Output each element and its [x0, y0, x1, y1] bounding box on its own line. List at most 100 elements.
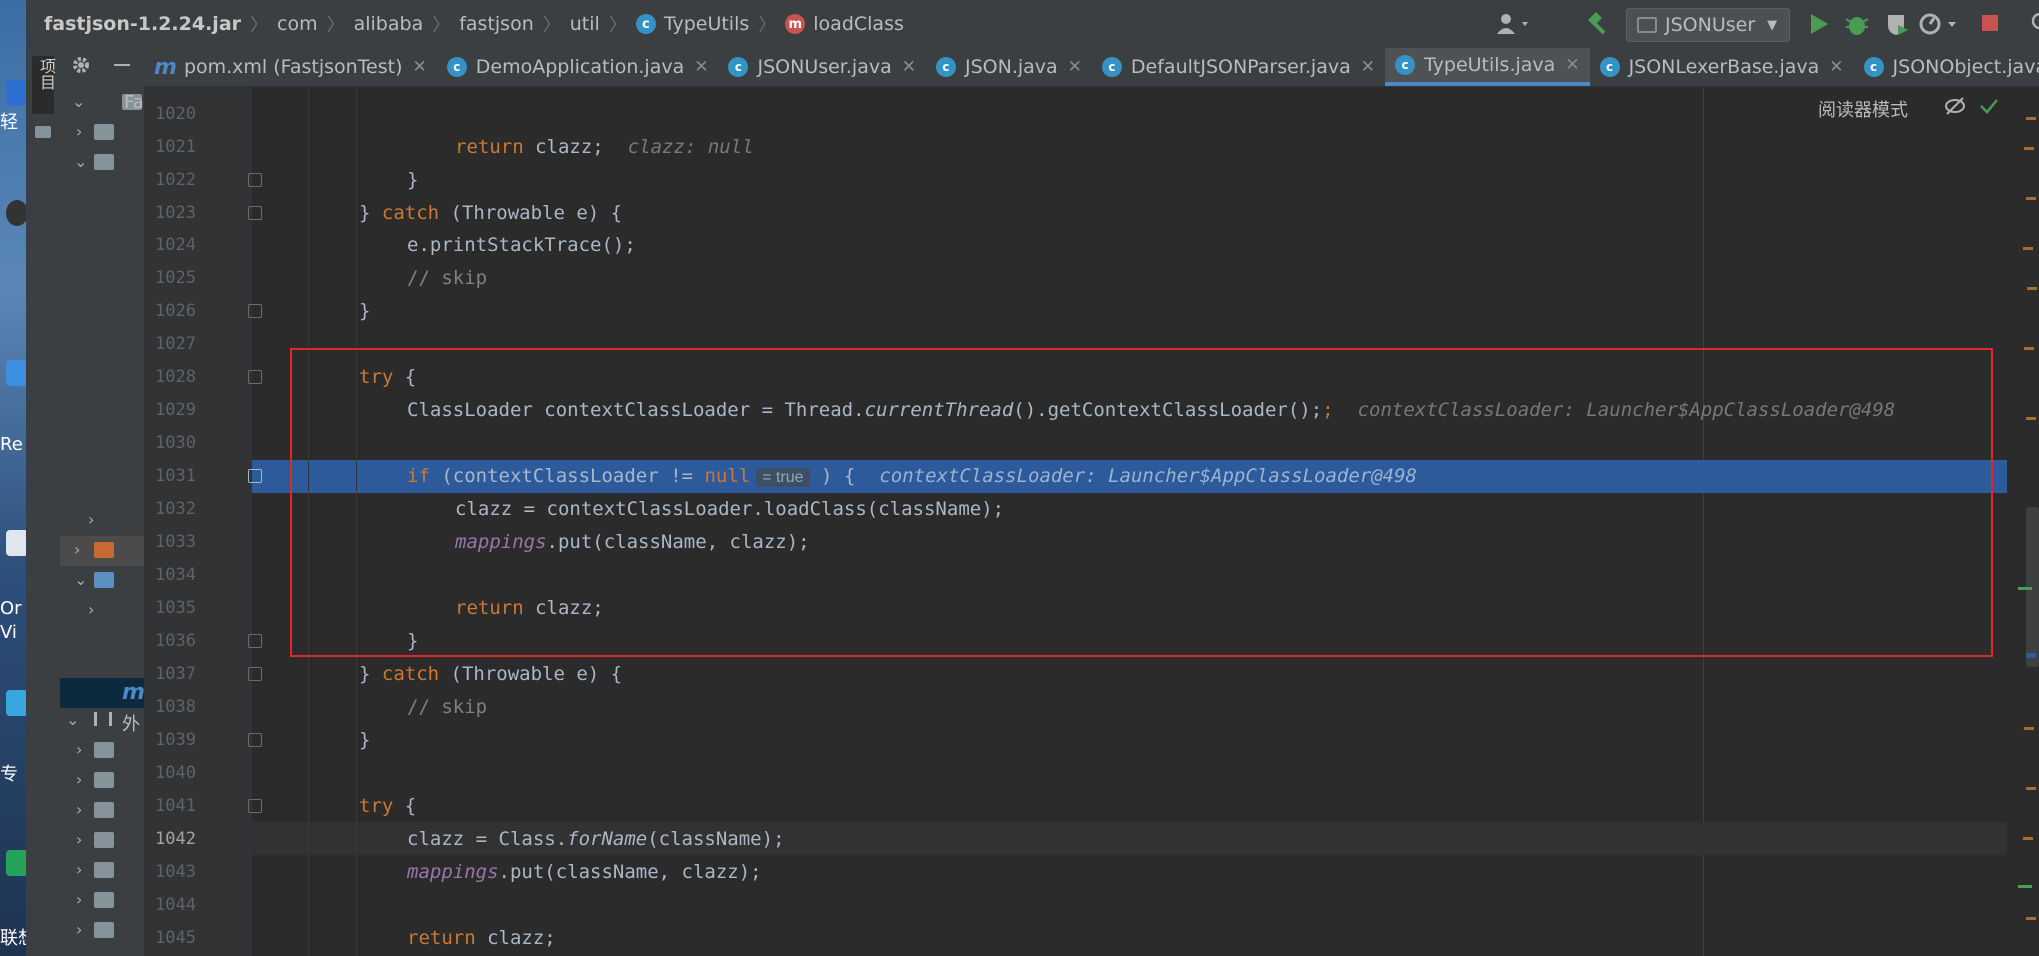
line-number: 1022: [155, 170, 196, 190]
tree-row[interactable]: m: [60, 678, 144, 708]
line-number: 1041: [155, 796, 196, 816]
tab-json-lexer-base[interactable]: c JSONLexerBase.java ✕: [1590, 48, 1854, 86]
line-number: 1038: [155, 697, 196, 717]
line-number: 1037: [155, 664, 196, 684]
folder-icon: [35, 126, 51, 138]
profile-icon[interactable]: [1918, 11, 1962, 41]
desktop-app-icon[interactable]: [6, 80, 26, 106]
line-number: 1036: [155, 631, 196, 651]
code-comment: // skip: [407, 267, 488, 289]
checkmark-icon: [1978, 96, 2000, 120]
chevron-right-icon: ›: [88, 510, 95, 529]
desktop-app-icon[interactable]: [6, 200, 26, 226]
close-icon[interactable]: ✕: [1361, 57, 1375, 77]
tree-row[interactable]: ⌄: [60, 566, 144, 596]
line-number: 1045: [155, 928, 196, 948]
code-line: return clazz; clazz: null: [455, 136, 754, 158]
chevron-right-icon: ›: [76, 740, 83, 759]
tab-type-utils[interactable]: c TypeUtils.java ✕: [1385, 48, 1590, 86]
close-icon[interactable]: ✕: [1829, 57, 1843, 77]
folder-icon: [94, 542, 114, 558]
project-tool-button[interactable]: 项目: [32, 56, 56, 114]
close-icon[interactable]: ✕: [694, 57, 708, 77]
tree-row[interactable]: ›: [60, 886, 144, 916]
close-icon[interactable]: ✕: [1068, 57, 1082, 77]
tab-json[interactable]: c JSON.java ✕: [926, 48, 1092, 86]
line-number: 1020: [155, 104, 196, 124]
breadcrumb-class[interactable]: c TypeUtils: [635, 13, 749, 35]
hammer-icon[interactable]: [1584, 10, 1610, 40]
run-configuration-select[interactable]: JSONUser ▼: [1626, 8, 1790, 42]
reader-mode-toggle[interactable]: 阅读器模式: [1818, 96, 1908, 122]
tree-row[interactable]: ›: [60, 856, 144, 886]
desktop-app-icon[interactable]: [6, 850, 26, 876]
gear-icon[interactable]: [70, 54, 92, 80]
close-icon[interactable]: ✕: [1565, 55, 1579, 75]
chevron-right-icon: ›: [76, 920, 83, 939]
tree-row[interactable]: ›: [60, 796, 144, 826]
fold-icon[interactable]: [248, 206, 262, 220]
fold-icon[interactable]: [248, 634, 262, 648]
code-line: mappings.put(className, clazz);: [407, 861, 762, 883]
fold-icon[interactable]: [248, 173, 262, 187]
tree-row[interactable]: ›: [60, 596, 144, 626]
tree-row[interactable]: ›: [60, 536, 144, 566]
code-line: }: [407, 169, 419, 191]
breadcrumb-method[interactable]: m loadClass: [785, 13, 904, 35]
code-line: } catch (Throwable e) {: [359, 663, 623, 685]
tree-row[interactable]: ›: [60, 736, 144, 766]
breadcrumb-project[interactable]: fastjson-1.2.24.jar: [44, 13, 241, 35]
library-jar-icon: [94, 772, 114, 788]
desktop-app-icon[interactable]: [6, 360, 26, 386]
tree-row[interactable]: ›: [60, 916, 144, 946]
line-number: 1039: [155, 730, 196, 750]
fold-icon[interactable]: [248, 469, 262, 483]
tree-row[interactable]: ⌄ Fa: [60, 88, 144, 118]
fold-icon[interactable]: [248, 304, 262, 318]
tree-row[interactable]: ⌄: [60, 148, 144, 178]
search-icon[interactable]: [2030, 11, 2039, 39]
minimize-icon[interactable]: [114, 64, 130, 66]
desktop-app-icon[interactable]: [6, 530, 26, 556]
run-icon[interactable]: [1808, 12, 1830, 40]
debug-icon[interactable]: [1844, 11, 1870, 41]
breadcrumb-package[interactable]: util: [570, 13, 600, 35]
fold-icon[interactable]: [248, 733, 262, 747]
tree-label: 外: [122, 714, 140, 735]
breadcrumb-package[interactable]: com: [277, 13, 318, 35]
library-jar-icon: [94, 742, 114, 758]
fold-icon[interactable]: [248, 799, 262, 813]
line-number: 1043: [155, 862, 196, 882]
tab-json-object[interactable]: cJSONObject.java✕: [1854, 48, 2039, 86]
tab-demo-application[interactable]: c DemoApplication.java ✕: [437, 48, 719, 86]
tab-default-json-parser[interactable]: c DefaultJSONParser.java ✕: [1092, 48, 1385, 86]
line-number: 1024: [155, 235, 196, 255]
user-icon[interactable]: [1496, 12, 1532, 40]
maven-icon: m: [154, 54, 177, 80]
breadcrumb-package[interactable]: fastjson: [459, 13, 534, 35]
tab-json-user[interactable]: c JSONUser.java ✕: [718, 48, 926, 86]
tree-row[interactable]: ›: [60, 766, 144, 796]
chevron-right-icon: ›: [76, 890, 83, 909]
tree-row[interactable]: ›: [60, 118, 144, 148]
navigation-bar: fastjson-1.2.24.jar 〉 com 〉 alibaba 〉 fa…: [26, 0, 2039, 49]
stop-icon[interactable]: [1982, 15, 1998, 31]
code-line-caret: clazz = Class.forName(className);: [407, 828, 785, 850]
breadcrumb-package[interactable]: alibaba: [354, 13, 424, 35]
class-icon: c: [446, 57, 467, 77]
fold-icon[interactable]: [248, 370, 262, 384]
desktop-app-icon[interactable]: [6, 690, 26, 716]
library-jar-icon: [94, 862, 114, 878]
tree-row[interactable]: ⌄ 外: [60, 706, 144, 736]
close-icon[interactable]: ✕: [902, 57, 916, 77]
tree-row[interactable]: ›: [60, 506, 144, 536]
fold-icon[interactable]: [248, 667, 262, 681]
tab-pom-xml[interactable]: m pom.xml (FastjsonTest) ✕: [144, 48, 437, 86]
coverage-icon[interactable]: [1884, 11, 1910, 41]
chevron-down-icon: ▼: [1767, 17, 1778, 33]
close-icon[interactable]: ✕: [413, 57, 427, 77]
eye-hidden-icon[interactable]: [1944, 96, 1966, 120]
tree-row[interactable]: ›: [60, 826, 144, 856]
class-icon: c: [635, 14, 656, 34]
scrollbar-markers[interactable]: [2018, 87, 2039, 956]
